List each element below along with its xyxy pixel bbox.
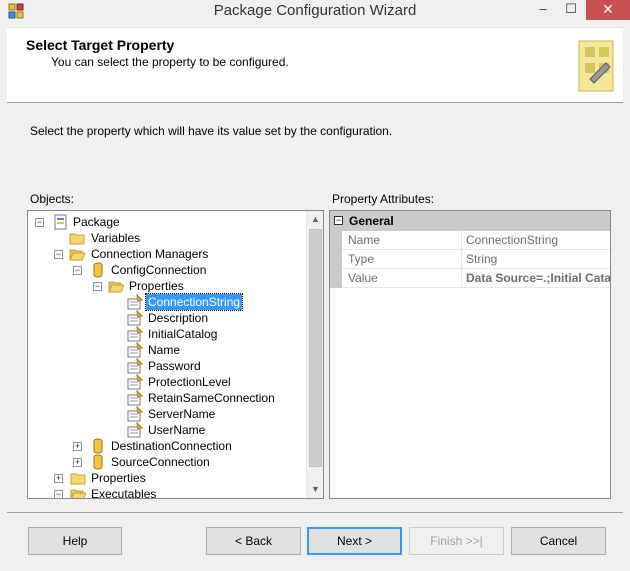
grid-row-margin: [330, 250, 342, 269]
next-button[interactable]: Next >: [307, 527, 402, 555]
close-button[interactable]: ✕: [586, 0, 630, 20]
wizard-banner-icon: [578, 40, 614, 92]
tree-item-label: InitialCatalog: [148, 327, 218, 341]
expand-icon[interactable]: +: [73, 458, 82, 467]
property-icon: [127, 310, 143, 326]
instruction-text: Select the property which will have its …: [30, 124, 393, 138]
folder-open-icon: [108, 281, 124, 293]
property-icon: [127, 406, 143, 422]
tree-item-label: Connection Managers: [91, 247, 209, 261]
folder-open-icon: [69, 249, 85, 261]
minimize-button[interactable]: –: [530, 0, 556, 20]
expand-icon[interactable]: +: [54, 474, 63, 483]
grid-row-value[interactable]: Value Data Source=.;Initial Catalog: [330, 269, 611, 288]
property-icon: [127, 374, 143, 390]
finish-button[interactable]: Finish >>|: [409, 527, 504, 555]
grid-row-margin: [330, 231, 342, 250]
tree-item-label: Variables: [91, 231, 141, 245]
property-icon: [127, 422, 143, 438]
connection-icon: [93, 262, 103, 278]
wizard-header: Select Target Property You can select th…: [7, 27, 623, 103]
tree-item-label: Executables: [91, 487, 157, 499]
tree-item-label: Name: [148, 343, 181, 357]
title-bar: Package Configuration Wizard – ☐ ✕: [0, 0, 630, 22]
tree-item-label: Password: [148, 359, 201, 373]
tree-item-label: ProtectionLevel: [148, 375, 231, 389]
collapse-icon[interactable]: −: [54, 250, 63, 259]
grid-row-margin: [330, 269, 342, 288]
grid-category-label: General: [349, 214, 394, 228]
property-icon: [127, 326, 143, 342]
tree-item-label: Properties: [91, 471, 146, 485]
tree-item-label: DestinationConnection: [111, 439, 232, 453]
tree-item-label: ConnectionString: [144, 293, 244, 311]
property-icon: [127, 358, 143, 374]
property-icon: [127, 294, 143, 310]
maximize-button[interactable]: ☐: [558, 0, 584, 20]
folder-icon: [70, 473, 86, 485]
package-icon: [54, 214, 67, 230]
grid-property-name: Name: [342, 231, 462, 250]
grid-property-name: Value: [342, 269, 462, 288]
tree-item-label: Properties: [129, 279, 184, 293]
grid-property-value: String: [466, 252, 498, 266]
folder-open-icon: [70, 489, 86, 498]
collapse-icon[interactable]: −: [35, 218, 44, 227]
collapse-icon[interactable]: −: [54, 490, 63, 498]
scrollbar-thumb[interactable]: [309, 229, 322, 467]
tree-item-label: UserName: [148, 423, 206, 437]
expand-icon[interactable]: +: [73, 442, 82, 451]
collapse-icon[interactable]: −: [73, 266, 82, 275]
grid-category-general[interactable]: − General: [330, 211, 610, 231]
property-icon: [127, 390, 143, 406]
property-attributes-grid[interactable]: − General Name ConnectionString Type Str…: [329, 210, 611, 499]
connection-icon: [93, 438, 103, 454]
grid-property-value: ConnectionString: [466, 233, 559, 247]
collapse-icon[interactable]: −: [334, 216, 343, 225]
page-title: Select Target Property: [26, 37, 175, 53]
scroll-up-arrow-icon[interactable]: ▲: [307, 211, 324, 228]
grid-property-name: Type: [342, 250, 462, 269]
grid-property-value: Data Source=.;Initial Catalog: [466, 271, 611, 285]
scroll-down-arrow-icon[interactable]: ▼: [307, 481, 324, 498]
tree-item-label: Package: [73, 215, 120, 229]
grid-row-name[interactable]: Name ConnectionString: [330, 231, 610, 250]
tree-vertical-scrollbar[interactable]: ▲ ▼: [306, 211, 323, 498]
tree-item-label: SourceConnection: [111, 455, 210, 469]
connection-icon: [93, 454, 103, 470]
grid-row-type[interactable]: Type String: [330, 250, 610, 269]
help-button[interactable]: Help: [28, 527, 122, 555]
back-button[interactable]: < Back: [206, 527, 301, 555]
property-icon: [127, 342, 143, 358]
objects-tree[interactable]: − Package Variables − Connection Manager…: [27, 210, 324, 499]
cancel-button[interactable]: Cancel: [511, 527, 606, 555]
collapse-icon[interactable]: −: [93, 282, 102, 291]
tree-item-label: Description: [148, 311, 209, 325]
property-attributes-label: Property Attributes:: [332, 192, 435, 206]
tree-item-label: RetainSameConnection: [148, 391, 275, 405]
tree-item-label: ConfigConnection: [111, 263, 207, 277]
folder-icon: [69, 233, 85, 245]
page-subtitle: You can select the property to be config…: [51, 55, 289, 69]
tree-item-label: ServerName: [148, 407, 216, 421]
objects-label: Objects:: [30, 192, 75, 206]
